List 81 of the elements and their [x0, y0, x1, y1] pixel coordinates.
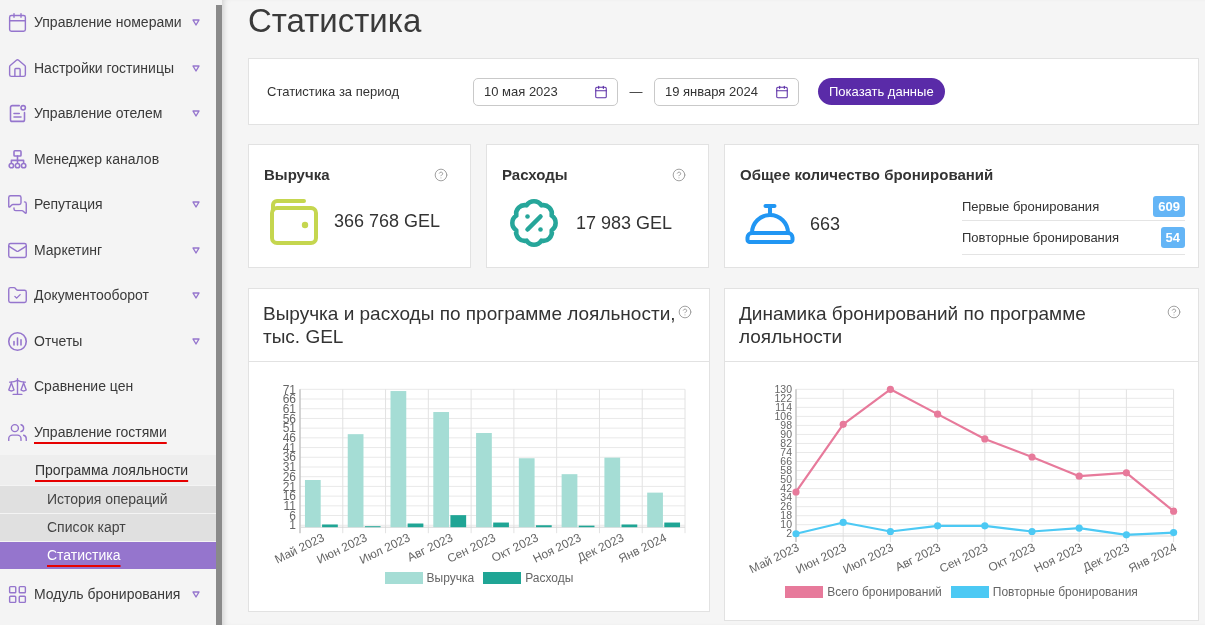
hierarchy-icon	[7, 148, 28, 170]
scales-icon	[7, 376, 28, 398]
chart-point	[839, 420, 847, 428]
chart-point	[792, 488, 800, 496]
breakdown-label: Первые бронирования	[962, 197, 1100, 216]
sidebar-item[interactable]: Документооборот	[0, 273, 216, 319]
caret-icon	[192, 591, 200, 599]
caret-icon	[192, 110, 200, 118]
chart-title: Динамика бронирований по программе лояльности	[739, 302, 1087, 348]
chart-point	[1028, 527, 1036, 536]
kpi-title: Общее количество бронирований	[740, 164, 995, 185]
legend-label: Повторные бронирования	[992, 584, 1138, 601]
legend-label: Выручка	[426, 570, 475, 587]
sidebar-item[interactable]: Сравнение цен	[0, 364, 216, 410]
house-icon	[7, 57, 28, 79]
show-data-button[interactable]: Показать данные	[818, 78, 945, 105]
sidebar-item[interactable]: Управление отелем	[0, 91, 216, 137]
y-axis-label: 130	[774, 383, 792, 395]
sidebar-item[interactable]: Отчеты	[0, 318, 216, 364]
users-icon	[7, 421, 28, 443]
chart-point	[839, 518, 847, 527]
calendar-icon	[775, 84, 789, 99]
period-label: Статистика за период	[267, 82, 400, 101]
sidebar-item[interactable]: Репутация	[0, 182, 216, 228]
calendar-icon	[7, 12, 28, 34]
kpi-title: Выручка	[264, 164, 330, 185]
scrollbar-thumb[interactable]	[216, 5, 222, 625]
date-field[interactable]: 10 мая 2023	[473, 77, 618, 106]
note-icon	[7, 103, 28, 125]
grid-icon	[7, 584, 28, 606]
chart-point	[1170, 507, 1178, 515]
chart-point	[1122, 469, 1130, 477]
range-separator: —	[628, 82, 644, 101]
breakdown-label: Повторные бронирования	[962, 228, 1120, 247]
calendar-icon	[594, 84, 608, 99]
caret-icon	[192, 19, 200, 27]
chart-point	[886, 385, 894, 393]
help-icon[interactable]	[672, 168, 686, 182]
help-icon[interactable]	[434, 168, 448, 182]
chart-point	[792, 530, 800, 538]
submenu-item[interactable]: Программа лояльности	[0, 455, 216, 485]
y-axis-label: 122	[774, 392, 792, 404]
legend-label: Расходы	[525, 570, 574, 587]
chart-point	[934, 522, 942, 530]
kpi-value: 663	[810, 212, 841, 236]
caret-icon	[192, 246, 200, 254]
chart-point	[981, 435, 989, 443]
kpi-value: 17 983 GEL	[576, 211, 673, 235]
date-field[interactable]: 19 января 2024	[654, 77, 799, 106]
chart-point	[1028, 453, 1036, 461]
caret-icon	[192, 201, 200, 209]
help-icon[interactable]	[1167, 305, 1181, 319]
submenu-link[interactable]: Статистика	[0, 541, 216, 569]
chart-title: Выручка и расходы по программе лояльности, тыс. GEL	[263, 302, 677, 348]
caret-icon	[192, 64, 200, 72]
chart-point	[1075, 472, 1083, 480]
page-title: Статистика	[248, 1, 423, 41]
count-badge: 54	[1160, 227, 1185, 248]
chart-point	[1170, 529, 1178, 537]
chart-point	[934, 410, 942, 418]
chart-point	[1122, 531, 1130, 539]
chart-point	[886, 527, 894, 536]
count-badge: 609	[1153, 196, 1185, 217]
legend-label: Всего бронирований	[827, 584, 942, 601]
help-icon[interactable]	[678, 305, 692, 319]
caret-icon	[192, 292, 200, 300]
caret-icon	[192, 337, 200, 345]
sidebar-item[interactable]: Модуль бронирования	[0, 572, 216, 618]
chart-point	[981, 522, 989, 530]
kpi-value: 366 768 GEL	[334, 209, 441, 233]
submenu-link[interactable]: Список карт	[0, 513, 216, 541]
chart-point	[1075, 524, 1083, 532]
sidebar-item[interactable]: Настройки гостиницы	[0, 45, 216, 91]
sidebar-item[interactable]: Управление номерами	[0, 0, 216, 46]
chart-circle-icon	[7, 330, 28, 352]
sidebar-item[interactable]: Управление гостями	[0, 409, 216, 455]
sidebar-item[interactable]: Менеджер каналов	[0, 136, 216, 182]
chat-icon	[7, 194, 28, 216]
sidebar-item[interactable]: Маркетинг	[0, 227, 216, 273]
kpi-title: Расходы	[502, 164, 568, 185]
submenu-link[interactable]: История операций	[0, 485, 216, 513]
